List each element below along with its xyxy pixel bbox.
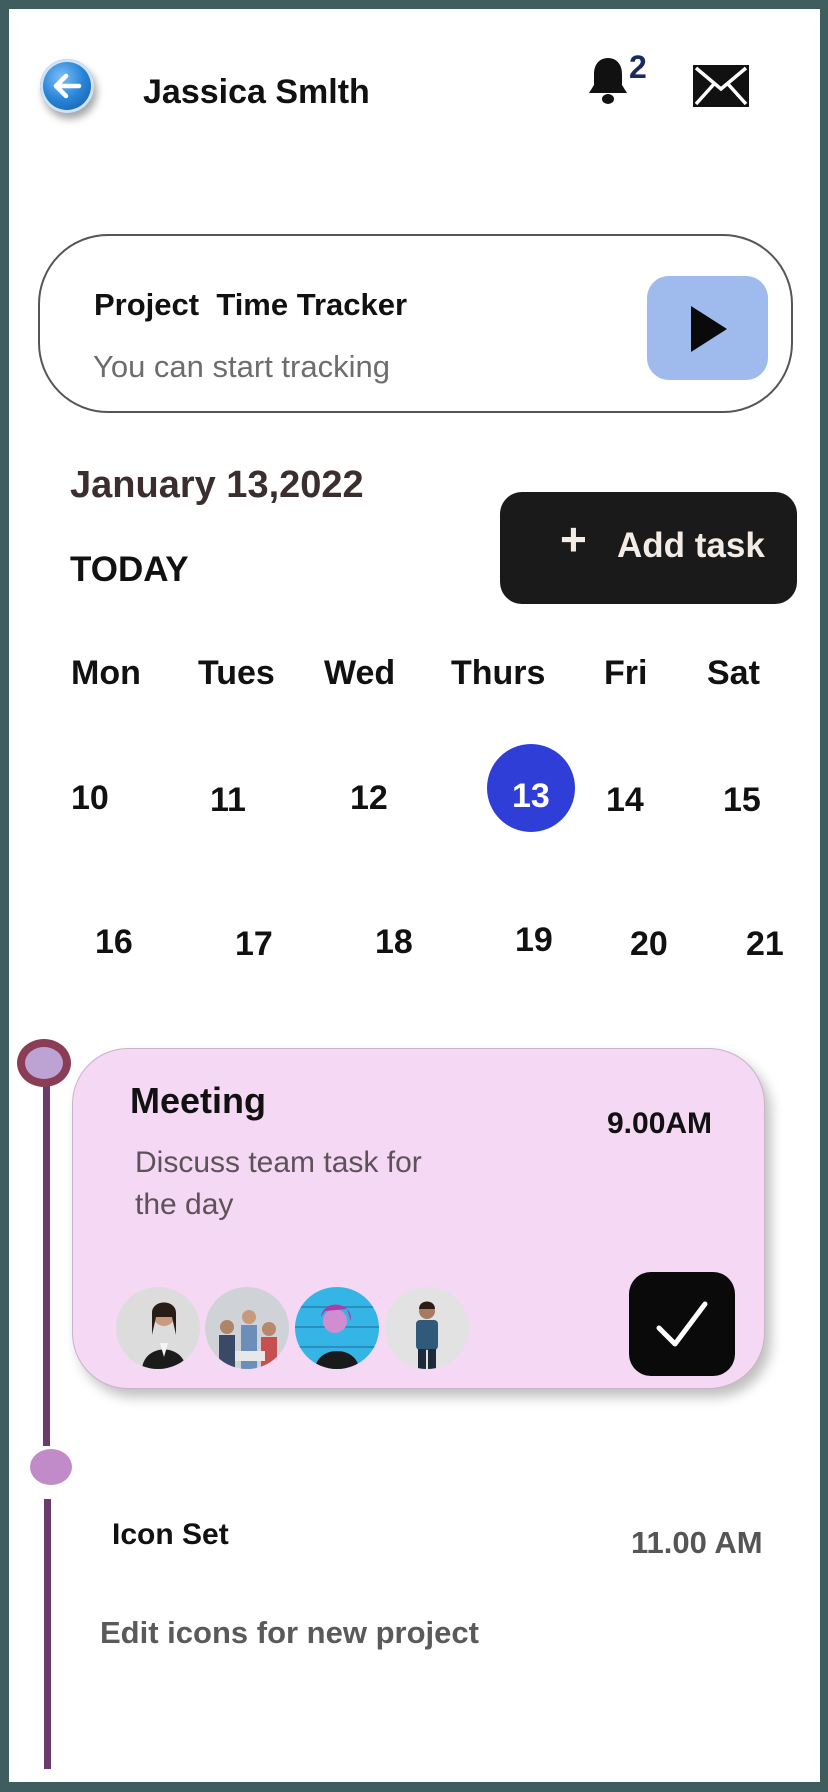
add-task-label: Add task bbox=[617, 526, 765, 565]
calendar-day[interactable]: 14 bbox=[606, 781, 644, 820]
tracker-title: Project Time Tracker bbox=[94, 287, 408, 322]
calendar-day[interactable]: 16 bbox=[95, 923, 133, 962]
mail-icon[interactable] bbox=[693, 65, 749, 107]
timeline-line bbox=[43, 1083, 50, 1446]
day-name-tues: Tues bbox=[198, 654, 275, 692]
add-task-button[interactable]: + Add task bbox=[500, 492, 797, 604]
calendar-day[interactable]: 10 bbox=[71, 779, 109, 818]
timeline-line bbox=[44, 1499, 51, 1769]
user-name: Jassica Smlth bbox=[143, 73, 370, 111]
calendar-day[interactable]: 21 bbox=[746, 925, 784, 964]
task-title: Icon Set bbox=[112, 1518, 229, 1551]
checkmark-icon bbox=[656, 1301, 708, 1347]
tracker-subtitle: You can start tracking bbox=[93, 349, 390, 384]
task-description: Edit icons for new project bbox=[100, 1615, 479, 1650]
calendar-day[interactable]: 19 bbox=[515, 921, 553, 960]
plus-icon: + bbox=[560, 513, 587, 565]
bell-icon[interactable] bbox=[587, 55, 629, 105]
calendar-day[interactable]: 20 bbox=[630, 925, 668, 964]
calendar-day[interactable]: 11 bbox=[210, 781, 246, 820]
day-name-fri: Fri bbox=[604, 654, 648, 692]
task-time: 9.00AM bbox=[607, 1107, 713, 1140]
notification-count: 2 bbox=[629, 49, 647, 85]
day-name-wed: Wed bbox=[324, 654, 396, 692]
timeline-dot bbox=[30, 1449, 72, 1485]
calendar-day[interactable]: 18 bbox=[375, 923, 413, 962]
day-name-mon: Mon bbox=[71, 654, 141, 692]
back-arrow-icon bbox=[53, 73, 82, 99]
today-label: TODAY bbox=[70, 550, 189, 589]
play-icon bbox=[691, 306, 727, 352]
avatar bbox=[205, 1287, 289, 1369]
app-screen: Jassica Smlth 2 Project Time Tracker You… bbox=[9, 9, 820, 1782]
calendar-day[interactable]: 15 bbox=[723, 781, 761, 820]
calendar-day-selected[interactable]: 13 bbox=[512, 777, 550, 816]
current-date: January 13,2022 bbox=[70, 464, 364, 506]
avatar bbox=[295, 1287, 379, 1369]
timeline-dot bbox=[17, 1039, 71, 1087]
back-button[interactable] bbox=[40, 59, 94, 113]
task-title: Meeting bbox=[130, 1080, 267, 1121]
day-name-sat: Sat bbox=[707, 654, 760, 692]
start-tracking-button[interactable] bbox=[647, 276, 768, 380]
day-name-thurs: Thurs bbox=[451, 654, 546, 692]
calendar-day[interactable]: 12 bbox=[350, 779, 388, 818]
calendar-day[interactable]: 17 bbox=[235, 925, 273, 964]
task-description: Discuss team task for the day bbox=[135, 1146, 422, 1221]
complete-task-button[interactable] bbox=[629, 1272, 735, 1376]
avatar bbox=[385, 1287, 469, 1369]
avatar bbox=[116, 1287, 200, 1369]
task-time: 11.00 AM bbox=[631, 1525, 763, 1560]
